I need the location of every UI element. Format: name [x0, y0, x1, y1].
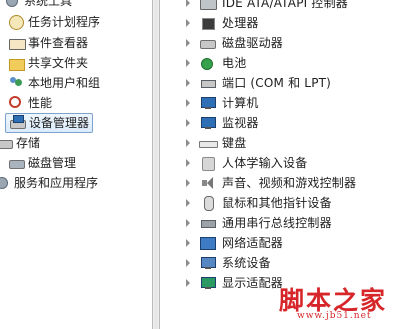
tree-item-task-scheduler[interactable]: 任务计划程序	[8, 12, 100, 32]
tree-item-local-users[interactable]: 本地用户和组	[8, 73, 100, 93]
pane-splitter[interactable]	[152, 0, 160, 329]
expand-arrow-icon[interactable]	[186, 99, 190, 107]
tree-item-label: 性能	[28, 96, 53, 110]
monitor-icon	[199, 115, 217, 131]
expand-arrow-icon[interactable]	[186, 119, 190, 127]
ide-controller-icon	[199, 0, 217, 11]
device-category-keyboards[interactable]: 键盘	[186, 133, 246, 153]
services-icon	[0, 175, 10, 191]
display-adapter-icon	[199, 275, 217, 291]
device-category-label: 电池	[222, 56, 247, 70]
expand-arrow-icon[interactable]	[186, 259, 190, 267]
tree-item-label: 共享文件夹	[28, 56, 89, 70]
device-category-processor[interactable]: 处理器	[186, 13, 259, 33]
expand-arrow-icon[interactable]	[186, 139, 190, 147]
device-category-label: 处理器	[222, 16, 259, 30]
device-category-usb[interactable]: 通用串行总线控制器	[186, 213, 332, 233]
disk-management-icon	[8, 155, 25, 171]
tree-item-shared-folders[interactable]: 共享文件夹	[8, 53, 88, 73]
device-category-monitors[interactable]: 监视器	[186, 113, 259, 133]
tree-item-storage[interactable]: 存储	[0, 133, 40, 153]
storage-icon	[0, 135, 13, 151]
device-category-battery[interactable]: 电池	[186, 53, 246, 73]
hid-icon	[199, 155, 217, 171]
sound-icon	[199, 175, 217, 191]
device-tree: IDE ATA/ATAPI 控制器 处理器 磁盘驱动器 电池 端口 (COM 和…	[160, 0, 405, 329]
network-adapter-icon	[199, 235, 217, 251]
processor-icon	[199, 15, 217, 31]
users-icon	[8, 75, 24, 91]
tools-icon	[4, 0, 20, 9]
device-category-computer[interactable]: 计算机	[186, 93, 259, 113]
tree-item-event-viewer[interactable]: 事件查看器	[8, 33, 88, 53]
device-category-ide[interactable]: IDE ATA/ATAPI 控制器	[186, 0, 348, 13]
expand-arrow-icon[interactable]	[186, 199, 190, 207]
device-category-label: 通用串行总线控制器	[222, 216, 332, 230]
device-category-label: 计算机	[222, 96, 259, 110]
expand-arrow-icon[interactable]	[186, 19, 190, 27]
tree-item-services[interactable]: 服务和应用程序	[0, 173, 98, 193]
device-category-network[interactable]: 网络适配器	[186, 233, 283, 253]
port-icon	[199, 75, 217, 91]
device-category-label: 网络适配器	[222, 236, 284, 250]
disk-drive-icon	[199, 35, 217, 51]
tree-item-disk-management[interactable]: 磁盘管理	[8, 153, 76, 173]
device-manager-icon	[9, 115, 26, 131]
device-category-mice[interactable]: 鼠标和其他指针设备	[186, 193, 332, 213]
device-category-display[interactable]: 显示适配器	[186, 273, 283, 293]
expand-arrow-icon[interactable]	[186, 219, 190, 227]
device-category-label: 鼠标和其他指针设备	[222, 196, 332, 210]
device-category-ports[interactable]: 端口 (COM 和 LPT)	[186, 73, 331, 93]
mouse-icon	[199, 195, 217, 211]
device-category-label: 磁盘驱动器	[222, 36, 284, 50]
clock-icon	[8, 14, 24, 30]
device-category-label: IDE ATA/ATAPI 控制器	[222, 0, 348, 10]
expand-arrow-icon[interactable]	[186, 0, 190, 7]
expand-arrow-icon[interactable]	[186, 79, 190, 87]
tree-item-label: 本地用户和组	[28, 76, 101, 90]
tree-item-label: 磁盘管理	[28, 156, 77, 170]
tree-item-label: 系统工具	[24, 0, 73, 8]
usb-icon	[199, 215, 217, 231]
device-category-disk-drives[interactable]: 磁盘驱动器	[186, 33, 283, 53]
tree-item-performance[interactable]: 性能	[8, 93, 52, 113]
expand-arrow-icon[interactable]	[186, 279, 190, 287]
tree-item-device-manager[interactable]: 设备管理器	[5, 113, 94, 133]
device-category-label: 系统设备	[222, 256, 271, 270]
expand-arrow-icon[interactable]	[186, 159, 190, 167]
shared-folder-icon	[8, 55, 25, 71]
console-tree: 系统工具 任务计划程序 事件查看器 共享文件夹 本地用户和组 性能 设备管理器 …	[0, 0, 152, 329]
device-category-label: 人体学输入设备	[222, 156, 308, 170]
keyboard-icon	[199, 135, 218, 151]
watermark: 脚本之家 www.jb51.net	[279, 281, 399, 325]
device-category-label: 显示适配器	[222, 276, 284, 290]
tree-item-label: 任务计划程序	[28, 15, 101, 29]
tree-item-system-tools[interactable]: 系统工具	[4, 0, 72, 11]
tree-item-label: 存储	[16, 136, 41, 150]
tree-item-label: 服务和应用程序	[14, 176, 99, 190]
tree-item-label: 事件查看器	[28, 36, 89, 50]
expand-arrow-icon[interactable]	[186, 39, 190, 47]
system-device-icon	[199, 255, 217, 271]
watermark-url: www.jb51.net	[297, 311, 372, 321]
event-viewer-icon	[8, 35, 26, 51]
device-category-label: 键盘	[222, 136, 247, 150]
battery-icon	[199, 55, 217, 71]
tree-item-label: 设备管理器	[29, 116, 90, 130]
device-category-hid[interactable]: 人体学输入设备	[186, 153, 307, 173]
device-category-label: 声音、视频和游戏控制器	[222, 176, 357, 190]
device-category-sound[interactable]: 声音、视频和游戏控制器	[186, 173, 356, 193]
device-category-system[interactable]: 系统设备	[186, 253, 271, 273]
expand-arrow-icon[interactable]	[186, 59, 190, 67]
device-category-label: 端口 (COM 和 LPT)	[222, 76, 332, 90]
computer-icon	[199, 95, 217, 111]
performance-icon	[8, 95, 24, 111]
device-category-label: 监视器	[222, 116, 259, 130]
expand-arrow-icon[interactable]	[186, 239, 190, 247]
expand-arrow-icon[interactable]	[186, 179, 190, 187]
